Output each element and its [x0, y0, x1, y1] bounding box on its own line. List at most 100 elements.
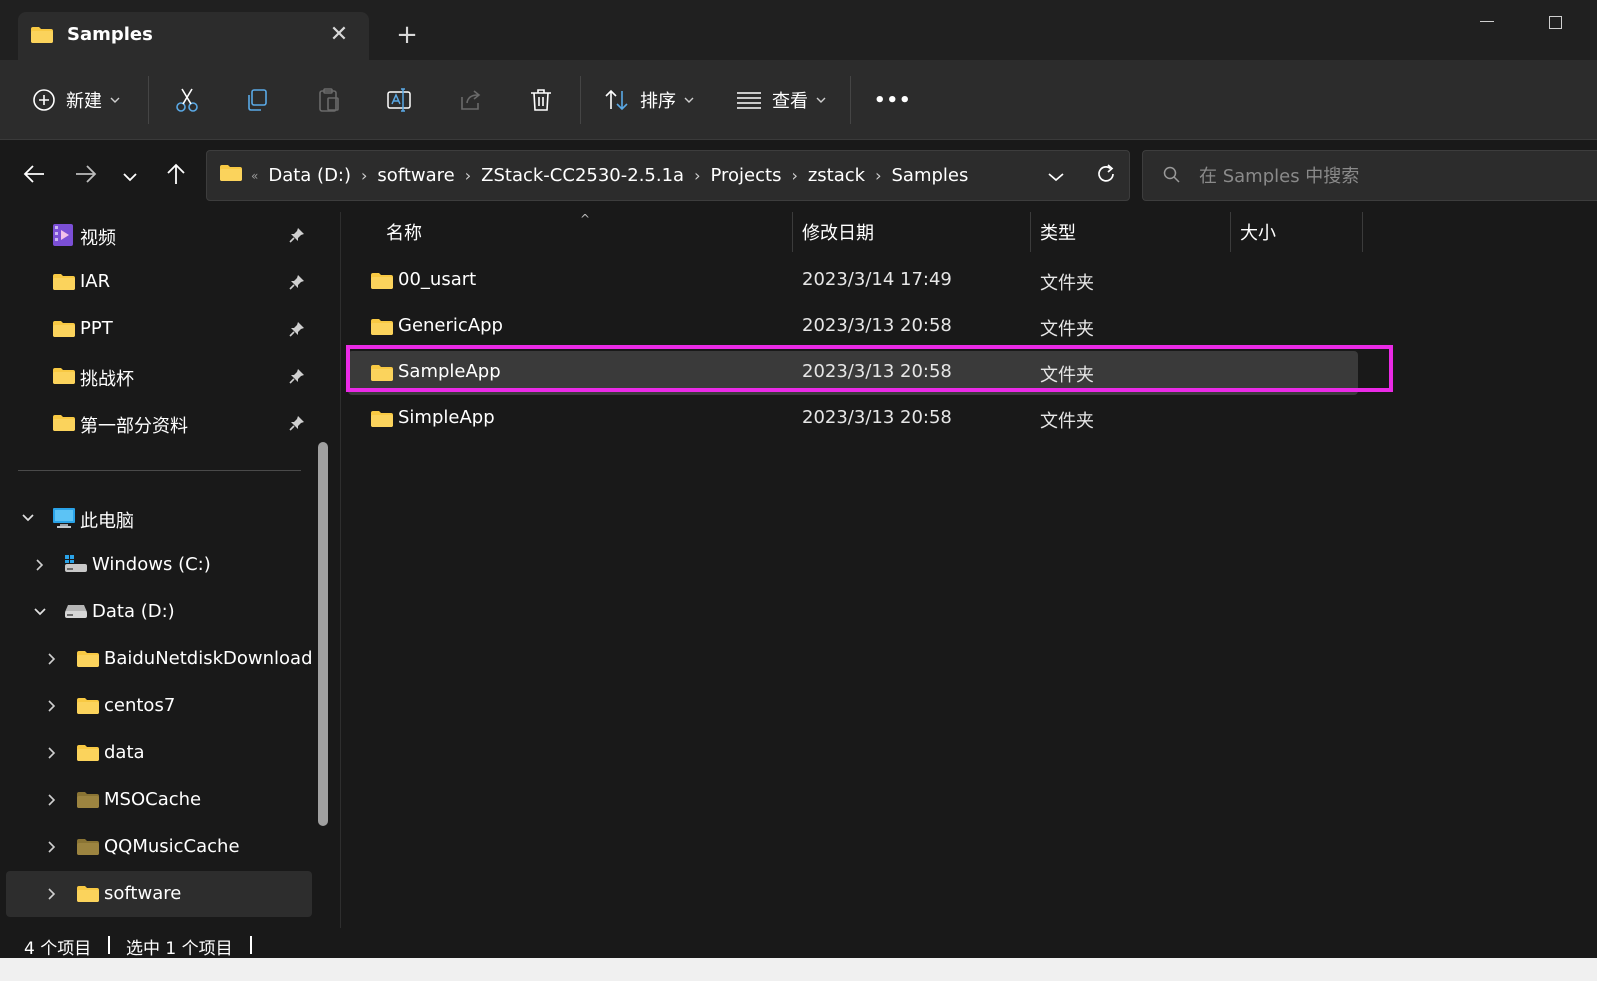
- search-input[interactable]: [1199, 163, 1579, 189]
- refresh-button[interactable]: [1091, 161, 1121, 191]
- share-button[interactable]: [458, 80, 484, 120]
- recent-locations-button[interactable]: [114, 160, 146, 192]
- new-tab-button[interactable]: +: [392, 20, 422, 50]
- pin-icon[interactable]: [289, 415, 305, 436]
- window-bottom-edge: [0, 958, 1597, 981]
- file-row-simpleapp[interactable]: SimpleApp 2023/3/13 20:58 文件夹: [348, 397, 1358, 441]
- file-name: GenericApp: [398, 315, 503, 336]
- sort-icon: [604, 88, 630, 112]
- chevron-right-icon[interactable]: ›: [361, 166, 367, 185]
- sidebar-item-centos7[interactable]: centos7: [6, 683, 312, 729]
- chevron-right-icon[interactable]: [44, 792, 60, 808]
- sidebar-item-label: PPT: [80, 318, 113, 339]
- view-button[interactable]: 查看: [736, 80, 826, 120]
- file-row-00-usart[interactable]: 00_usart 2023/3/14 17:49 文件夹: [348, 259, 1358, 303]
- chevron-right-icon[interactable]: [44, 698, 60, 714]
- pane-divider[interactable]: [340, 212, 341, 928]
- chevron-right-icon[interactable]: [44, 651, 60, 667]
- paste-button[interactable]: [316, 80, 342, 120]
- sidebar-scrollbar[interactable]: [318, 442, 328, 826]
- address-bar[interactable]: « Data (D:) › software › ZStack-CC2530-2…: [206, 150, 1130, 201]
- chevron-down-icon[interactable]: [32, 604, 48, 620]
- column-header-date[interactable]: 修改日期: [802, 212, 874, 252]
- chevron-right-icon[interactable]: ›: [694, 166, 700, 185]
- sidebar-item-this-pc[interactable]: 此电脑: [6, 495, 312, 541]
- toolbar-divider: [580, 76, 581, 124]
- chevron-right-icon[interactable]: ›: [465, 166, 471, 185]
- file-type: 文件夹: [1040, 411, 1094, 432]
- sidebar-item-videos[interactable]: 视频: [6, 212, 312, 258]
- sidebar-item-iar[interactable]: IAR: [6, 259, 312, 305]
- tab-samples[interactable]: Samples ✕: [18, 12, 369, 60]
- chevron-down-icon: [110, 96, 120, 104]
- column-header-name[interactable]: 名称: [386, 212, 422, 252]
- clipboard-icon: [316, 87, 342, 113]
- sidebar-item-part-one-materials[interactable]: 第一部分资料: [6, 400, 312, 446]
- new-button[interactable]: 新建: [32, 80, 120, 120]
- column-divider[interactable]: [1230, 212, 1231, 252]
- chevron-right-icon[interactable]: [32, 557, 48, 573]
- delete-button[interactable]: [528, 80, 554, 120]
- search-box[interactable]: [1142, 150, 1597, 201]
- breadcrumb-data-d[interactable]: Data (D:): [268, 165, 351, 186]
- breadcrumb-projects[interactable]: Projects: [710, 165, 781, 186]
- sidebar-item-challenge-cup[interactable]: 挑战杯: [6, 353, 312, 399]
- sort-button[interactable]: 排序: [604, 80, 694, 120]
- column-header-size[interactable]: 大小: [1240, 212, 1276, 252]
- sidebar-item-windows-c[interactable]: Windows (C:): [6, 542, 312, 588]
- sort-ascending-icon: ^: [580, 212, 591, 226]
- tab-title: Samples: [67, 24, 153, 45]
- folder-icon: [219, 164, 243, 187]
- breadcrumb-zstack-cc2530[interactable]: ZStack-CC2530-2.5.1a: [481, 165, 684, 186]
- chevron-down-icon[interactable]: [20, 510, 36, 526]
- sidebar-item-msocache[interactable]: MSOCache: [6, 777, 312, 823]
- folder-icon: [370, 272, 394, 294]
- sidebar-item-label: Data (D:): [92, 601, 175, 622]
- status-divider: [250, 936, 252, 954]
- chevron-right-icon[interactable]: [44, 886, 60, 902]
- column-header-type[interactable]: 类型: [1040, 212, 1076, 252]
- pin-icon[interactable]: [289, 274, 305, 295]
- breadcrumb-zstack[interactable]: zstack: [808, 165, 865, 186]
- cut-button[interactable]: [174, 80, 200, 120]
- column-divider[interactable]: [1030, 212, 1031, 252]
- breadcrumb: « Data (D:) › software › ZStack-CC2530-2…: [219, 151, 968, 200]
- sidebar-item-ppt[interactable]: PPT: [6, 306, 312, 352]
- breadcrumb-samples[interactable]: Samples: [892, 165, 969, 186]
- pin-icon[interactable]: [289, 368, 305, 389]
- maximize-button[interactable]: [1540, 10, 1570, 34]
- back-button[interactable]: [18, 160, 50, 192]
- rename-button[interactable]: [386, 80, 414, 120]
- forward-button[interactable]: [70, 160, 102, 192]
- minimize-button[interactable]: [1472, 10, 1502, 34]
- sidebar-item-data[interactable]: data: [6, 730, 312, 776]
- new-label: 新建: [66, 91, 102, 112]
- pin-icon[interactable]: [289, 321, 305, 342]
- view-label: 查看: [772, 91, 808, 112]
- sidebar-item-software[interactable]: software: [6, 871, 312, 917]
- breadcrumb-software[interactable]: software: [377, 165, 454, 186]
- arrow-up-icon: [166, 163, 186, 189]
- overflow-chevron-icon[interactable]: «: [251, 169, 258, 183]
- chevron-right-icon[interactable]: ›: [875, 166, 881, 185]
- maximize-icon: [1548, 16, 1562, 29]
- up-button[interactable]: [160, 160, 192, 192]
- chevron-right-icon[interactable]: [44, 839, 60, 855]
- copy-button[interactable]: [244, 80, 270, 120]
- chevron-right-icon[interactable]: [44, 745, 60, 761]
- column-divider[interactable]: [1362, 212, 1363, 252]
- sidebar-item-data-d[interactable]: Data (D:): [6, 589, 312, 635]
- selection-count: 选中 1 个项目: [126, 939, 233, 959]
- chevron-right-icon[interactable]: ›: [791, 166, 797, 185]
- sidebar-item-qqmusiccache[interactable]: QQMusicCache: [6, 824, 312, 870]
- column-divider[interactable]: [792, 212, 793, 252]
- item-count: 4 个项目: [24, 939, 92, 959]
- folder-icon: [76, 697, 100, 720]
- tab-close-button[interactable]: ✕: [326, 20, 352, 50]
- pin-icon[interactable]: [289, 227, 305, 248]
- sidebar-item-baidunetdiskdownload[interactable]: BaiduNetdiskDownload: [6, 636, 313, 682]
- more-options-button[interactable]: •••: [874, 80, 912, 120]
- file-row-genericapp[interactable]: GenericApp 2023/3/13 20:58 文件夹: [348, 305, 1358, 349]
- file-row-sampleapp[interactable]: SampleApp 2023/3/13 20:58 文件夹: [348, 351, 1358, 395]
- address-history-button[interactable]: [1041, 161, 1071, 191]
